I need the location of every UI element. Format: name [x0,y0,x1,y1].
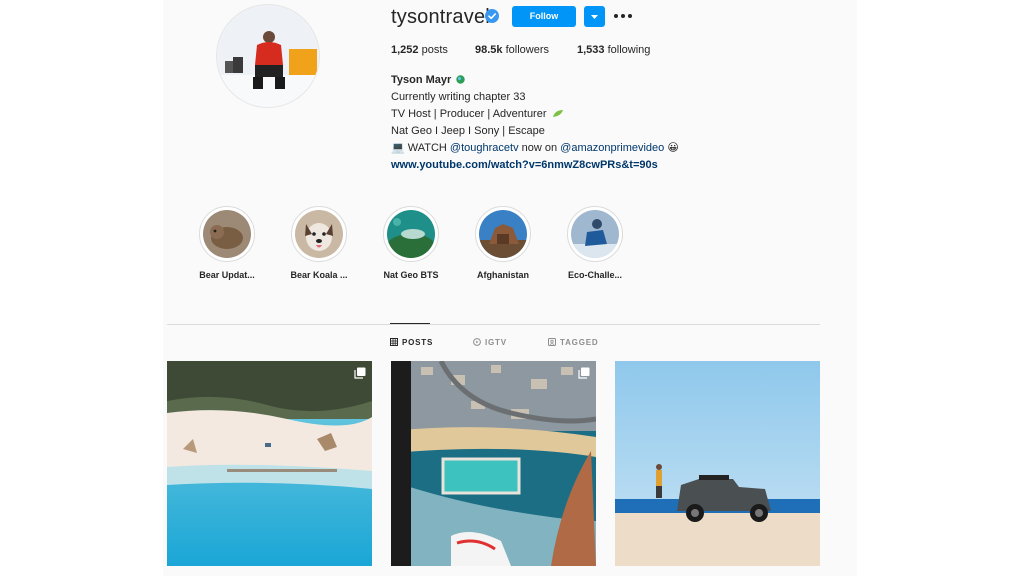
bio-line-4-prefix: 💻 WATCH [391,142,450,154]
highlight-bear-updates[interactable]: Bear Updat... [181,206,273,280]
carousel-icon [578,367,590,379]
followers-count[interactable]: 98.5k followers [475,44,549,56]
post-image-beach-aerial [167,361,372,566]
highlight-label: Afghanistan [476,270,529,280]
follow-button[interactable]: Follow [512,6,576,27]
mention-toughracetv[interactable]: @toughracetv [450,142,519,154]
post-tile[interactable] [391,361,596,566]
bio-full-name: Tyson Mayr [391,74,452,86]
highlight-ring [291,206,347,262]
highlight-nat-geo-bts[interactable]: Nat Geo BTS [365,206,457,280]
active-tab-indicator [390,323,430,324]
post-image-jeep-beach [615,361,820,566]
highlight-cover [479,210,527,258]
mention-amazonprimevideo[interactable]: @amazonprimevideo [560,142,664,154]
tag-icon [548,338,556,346]
posts-count-label: posts [421,44,448,56]
post-image-helicopter-ocean-pool [391,361,596,566]
post-tile[interactable] [167,361,372,566]
more-options-icon [614,14,632,18]
posts-count: 1,252 posts [391,44,448,56]
highlight-cover [387,210,435,258]
chevron-down-icon [591,15,598,19]
tabs-divider [167,324,820,325]
carousel-icon [354,367,366,379]
bio-line-4-suffix: 😀 [664,142,679,154]
tab-igtv[interactable]: IGTV [473,338,507,347]
tab-tagged-label: TAGGED [560,338,599,347]
bio-line-4-middle: now on [518,142,561,154]
highlight-label: Bear Koala ... [290,270,348,280]
posts-count-value: 1,252 [391,44,419,56]
avatar-photo [217,5,319,107]
highlight-label: Bear Updat... [199,270,255,280]
highlight-ring [383,206,439,262]
followers-count-label: followers [505,44,549,56]
bio-line-4: 💻 WATCH @toughracetv now on @amazonprime… [391,141,679,155]
following-count[interactable]: 1,533 following [577,44,650,56]
highlight-cover [203,210,251,258]
highlight-ring [475,206,531,262]
bio-line-1: Currently writing chapter 33 ⠀⠀ [391,91,545,103]
highlight-ring [567,206,623,262]
highlight-eco-challenge[interactable]: Eco-Challe... [549,206,641,280]
highlight-cover [295,210,343,258]
bio-line-2: TV Host | Producer | Adventurer [391,107,564,121]
suggested-accounts-dropdown-button[interactable] [584,6,605,27]
tab-tagged[interactable]: TAGGED [548,338,598,347]
followers-count-value: 98.5k [475,44,503,56]
bio-website-link[interactable]: www.youtube.com/watch?v=6nmwZ8cwPRs&t=90… [391,158,658,172]
highlight-bear-koala[interactable]: Bear Koala ... [273,206,365,280]
profile-avatar[interactable] [216,4,320,108]
more-options-button[interactable] [612,8,634,24]
following-count-label: following [607,44,651,56]
globe-icon [456,75,466,84]
verified-badge-icon [485,9,499,23]
tab-posts[interactable]: POSTS [390,338,433,347]
leaf-icon [552,110,563,117]
highlight-ring [199,206,255,262]
highlight-afghanistan[interactable]: Afghanistan [457,206,549,280]
bio-line-2-text: TV Host | Producer | Adventurer [391,108,547,120]
profile-username: tysontravel [391,6,490,28]
highlight-cover [571,210,619,258]
tab-posts-label: POSTS [402,338,434,347]
igtv-icon [473,338,481,346]
bio-line-3: Nat Geo I Jeep I Sony | Escape [391,125,545,137]
bio-name-line: Tyson Mayr [391,73,466,87]
tab-igtv-label: IGTV [485,338,507,347]
highlight-label: Nat Geo BTS [383,270,439,280]
following-count-value: 1,533 [577,44,605,56]
grid-icon [390,338,398,346]
highlight-label: Eco-Challe... [567,270,622,280]
post-tile[interactable] [615,361,820,566]
